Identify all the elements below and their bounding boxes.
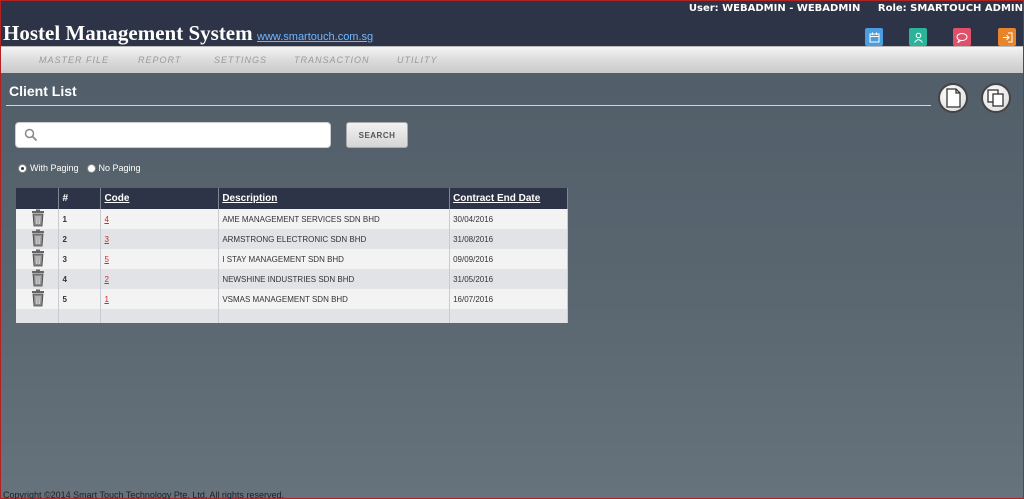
logout-icon[interactable] [998,28,1016,46]
row-contract-end-date: 16/07/2016 [449,289,568,309]
row-number: 1 [58,209,102,229]
with-paging-option[interactable]: With Paging [18,163,79,173]
row-code-cell: 1 [100,289,220,309]
row-action-cell [16,209,60,229]
header-code[interactable]: Code [100,188,220,209]
menu-utility[interactable]: UTILITY [397,55,438,65]
user-profile-icon[interactable] [909,28,927,46]
table-row: 1 4 AME MANAGEMENT SERVICES SDN BHD 30/04/2… [16,209,568,229]
table-row: 4 2 NEWSHINE INDUSTRIES SDN BHD 31/05/2016 [16,269,568,289]
menu-transaction[interactable]: TRANSACTION [294,55,370,65]
delete-icon[interactable] [29,289,47,307]
new-document-icon [946,88,961,108]
site-link[interactable]: www.smartouch.com.sg [257,31,373,43]
row-action-cell [16,249,60,269]
calendar-icon[interactable] [865,28,883,46]
table-row: 5 1 VSMAS MANAGEMENT SDN BHD 16/07/2016 [16,289,568,309]
app-title: Hostel Management System [3,21,253,45]
no-paging-option[interactable]: No Paging [86,163,141,173]
with-paging-label: With Paging [30,163,79,173]
delete-icon[interactable] [29,229,47,247]
menu-settings[interactable]: SETTINGS [214,55,267,65]
search-box [15,122,331,148]
message-icon[interactable] [953,28,971,46]
page-title: Client List [9,83,77,99]
delete-icon[interactable] [29,269,47,287]
delete-icon[interactable] [29,249,47,267]
header-action [16,188,60,209]
with-paging-radio[interactable] [18,163,27,173]
row-contract-end-date: 30/04/2016 [449,209,568,229]
row-action-cell [16,289,60,309]
copy-document-button[interactable] [981,83,1011,113]
title-divider [6,105,931,106]
row-contract-end-date: 31/08/2016 [449,229,568,249]
user-info: User: WEBADMIN - WEBADMIN Role: SMARTOUC… [675,3,1023,14]
delete-icon[interactable] [29,209,47,227]
table-header-row: # Code Description Contract End Date [16,188,568,209]
menu-report[interactable]: REPORT [138,55,181,65]
row-description: NEWSHINE INDUSTRIES SDN BHD [218,269,451,289]
search-button[interactable]: SEARCH [346,122,408,148]
row-description: AME MANAGEMENT SERVICES SDN BHD [218,209,451,229]
role-label: Role: SMARTOUCH ADMIN [877,3,1023,14]
search-input[interactable] [44,126,324,144]
table-row: 2 3 ARMSTRONG ELECTRONIC SDN BHD 31/08/2016 [16,229,568,249]
row-contract-end-date: 09/09/2016 [449,249,568,269]
menu-master-file[interactable]: MASTER FILE [39,55,109,65]
row-code-link[interactable]: 2 [104,275,108,284]
row-description: VSMAS MANAGEMENT SDN BHD [218,289,451,309]
no-paging-radio[interactable] [86,163,96,173]
copy-icon [987,89,1004,107]
row-code-cell: 2 [100,269,220,289]
row-code-link[interactable]: 1 [104,295,108,304]
table-row: 35 I STAY MANAGEMENT SDN BHD 09/09/2016 [16,249,568,269]
row-contract-end-date: 31/05/2016 [449,269,568,289]
row-number: 4 [58,269,102,289]
row-number: 3 [58,249,102,269]
row-code-cell: 4 [100,209,220,229]
row-description: I STAY MANAGEMENT SDN BHD [218,249,451,269]
row-code-link[interactable]: 5 [104,255,108,264]
user-label: User: WEBADMIN - WEBADMIN [688,3,861,14]
main-menu: MASTER FILE REPORT SETTINGS TRANSACTION … [1,46,1023,73]
header-contract-end-date[interactable]: Contract End Date [449,188,568,209]
row-code-link[interactable]: 3 [104,235,108,244]
row-code-link[interactable]: 4 [104,215,108,224]
app-header: User: WEBADMIN - WEBADMIN Role: SMARTOUC… [1,1,1023,46]
row-description: ARMSTRONG ELECTRONIC SDN BHD [218,229,451,249]
client-table: # Code Description Contract End Date 14A… [16,188,568,323]
search-icon [24,128,38,142]
header-number: # [58,188,102,209]
no-paging-label: No Paging [98,163,141,173]
row-action-cell [16,269,60,289]
new-document-button[interactable] [938,83,968,113]
row-number: 2 [58,229,102,249]
row-code-cell: 3 [100,229,220,249]
paging-options: With Paging No Paging [18,163,149,173]
footer-copyright: Copyright ©2014 Smart Touch Technology P… [3,490,284,499]
row-code-cell: 5 [100,249,220,269]
row-number: 5 [58,289,102,309]
header-description[interactable]: Description [218,188,451,209]
table-footer-row [16,309,568,323]
row-action-cell [16,229,60,249]
